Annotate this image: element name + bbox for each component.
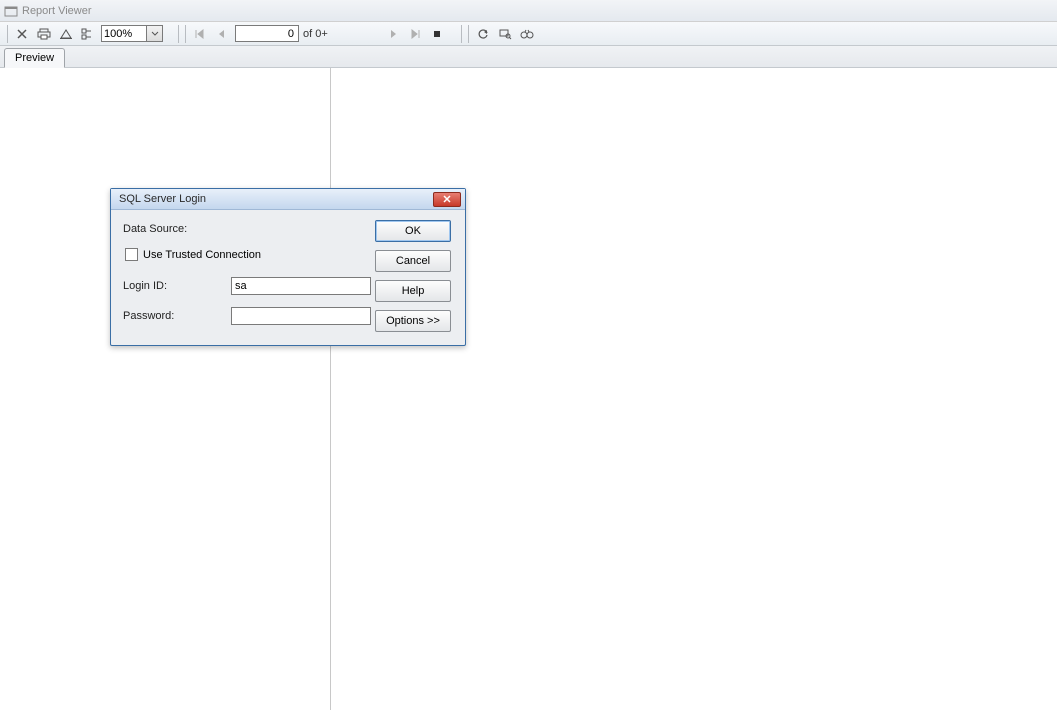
data-source-label: Data Source: (123, 223, 231, 235)
toolbar-separator (185, 25, 186, 43)
password-input[interactable] (231, 307, 371, 325)
ok-button[interactable]: OK (375, 220, 451, 242)
trusted-connection-checkbox[interactable] (125, 248, 138, 261)
toolbar-separator (7, 25, 8, 43)
title-bar: Report Viewer (0, 0, 1057, 22)
window-title: Report Viewer (22, 5, 92, 17)
dialog-title-bar[interactable]: SQL Server Login (111, 189, 465, 210)
next-page-icon[interactable] (383, 24, 403, 44)
toolbar-separator (178, 25, 179, 43)
zoom-dropdown-button[interactable] (147, 25, 163, 42)
search-icon[interactable] (495, 24, 515, 44)
trusted-connection-label: Use Trusted Connection (143, 249, 261, 261)
page-number-input[interactable] (235, 25, 299, 42)
stop-icon[interactable] (427, 24, 447, 44)
login-id-row: Login ID: (123, 275, 375, 297)
data-source-row: Data Source: (123, 220, 375, 238)
dialog-left-column: Data Source: Use Trusted Connection Logi… (123, 220, 375, 335)
cancel-button[interactable]: Cancel (375, 250, 451, 272)
close-button-icon[interactable] (12, 24, 32, 44)
export-icon[interactable] (56, 24, 76, 44)
login-id-label: Login ID: (123, 280, 231, 292)
toolbar-separator (461, 25, 462, 43)
help-button[interactable]: Help (375, 280, 451, 302)
toggle-tree-icon[interactable] (78, 24, 98, 44)
vertical-splitter[interactable] (330, 68, 331, 710)
close-icon[interactable] (433, 192, 461, 207)
dialog-body: Data Source: Use Trusted Connection Logi… (111, 210, 465, 345)
sql-login-dialog: SQL Server Login Data Source: Use Truste… (110, 188, 466, 346)
zoom-combo[interactable] (101, 25, 163, 42)
trusted-connection-row: Use Trusted Connection (123, 248, 375, 261)
login-id-input[interactable] (231, 277, 371, 295)
refresh-icon[interactable] (473, 24, 493, 44)
toolbar: of 0+ (0, 22, 1057, 46)
prev-page-icon[interactable] (212, 24, 232, 44)
print-icon[interactable] (34, 24, 54, 44)
tab-strip: Preview (0, 46, 1057, 68)
password-row: Password: (123, 305, 375, 327)
zoom-input[interactable] (101, 25, 147, 42)
binoculars-icon[interactable] (517, 24, 537, 44)
app-icon (4, 4, 18, 18)
options-button[interactable]: Options >> (375, 310, 451, 332)
report-viewport (0, 68, 1057, 710)
first-page-icon[interactable] (190, 24, 210, 44)
password-label: Password: (123, 310, 231, 322)
dialog-button-column: OK Cancel Help Options >> (375, 220, 455, 335)
toolbar-separator (468, 25, 469, 43)
page-of-label: of 0+ (303, 28, 328, 40)
dialog-title: SQL Server Login (119, 193, 206, 205)
tab-preview[interactable]: Preview (4, 48, 65, 68)
last-page-icon[interactable] (405, 24, 425, 44)
